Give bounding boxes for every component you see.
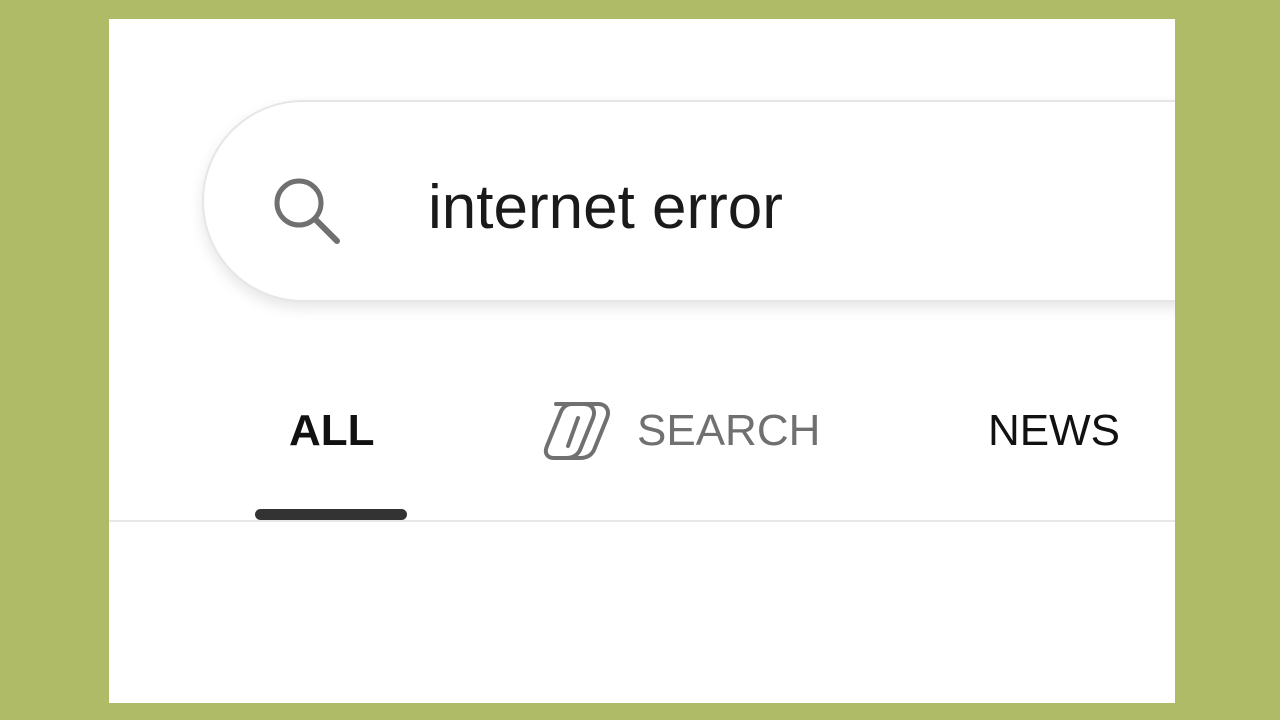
tab-news[interactable]: NEWS [988,401,1120,461]
tab-all-label: ALL [289,406,375,455]
tab-search[interactable]: SEARCH [542,401,820,461]
search-input[interactable]: internet error [428,168,783,248]
tab-search-label: SEARCH [637,406,821,455]
tab-all[interactable]: ALL [289,401,375,461]
search-bar[interactable]: internet error [202,100,1175,302]
content-panel: internet error ALL SEARCH NEWS [109,19,1175,703]
tab-news-label: NEWS [988,406,1120,455]
search-icon[interactable] [264,168,346,250]
tabs-divider [109,520,1175,522]
copilot-icon [543,402,610,460]
active-tab-indicator [255,509,407,520]
